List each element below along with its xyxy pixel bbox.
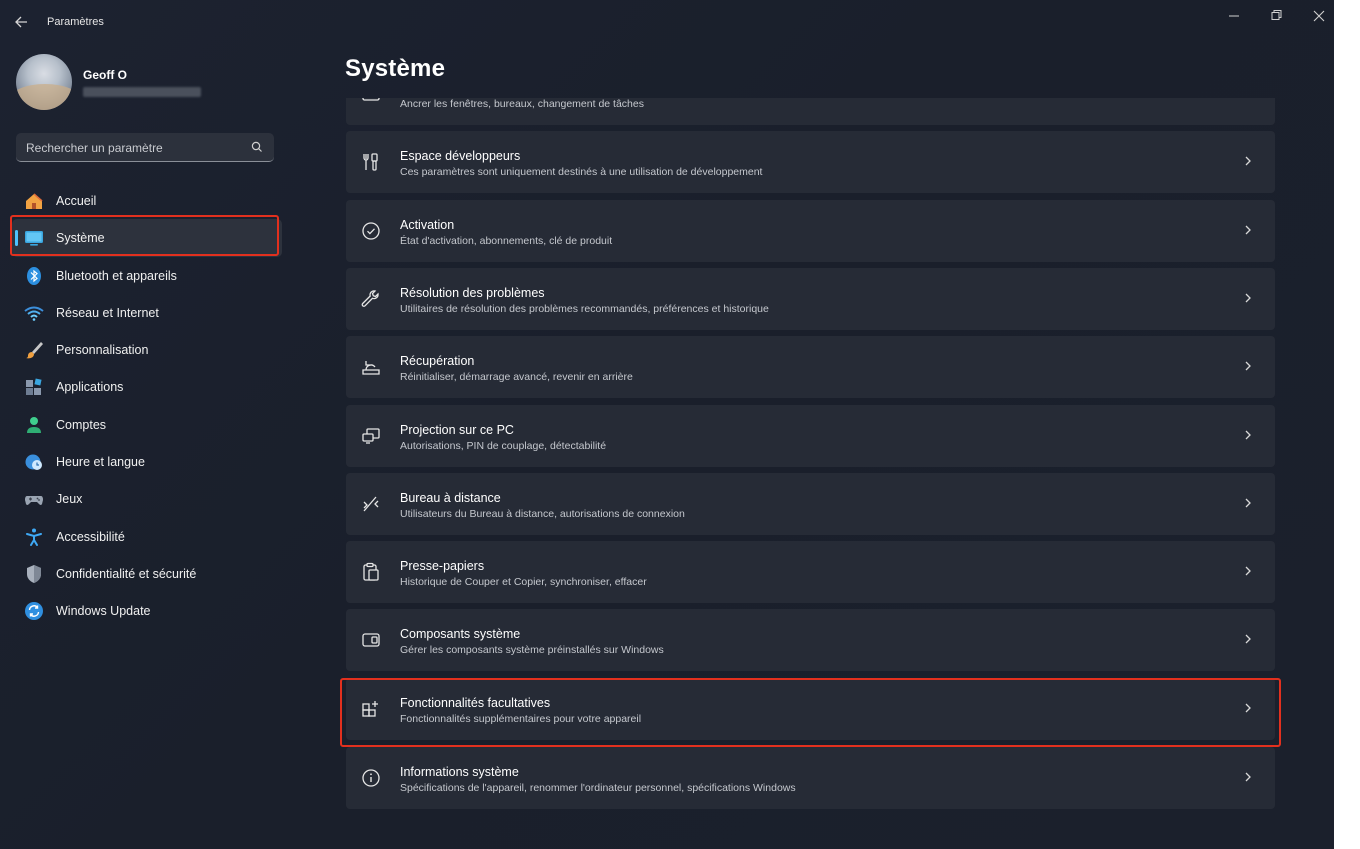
info-icon — [362, 769, 380, 787]
search-placeholder: Rechercher un paramètre — [26, 141, 163, 155]
accessibility-icon — [26, 528, 42, 546]
brush-icon — [26, 342, 43, 359]
developer-tools-icon — [363, 153, 378, 171]
search-icon — [251, 141, 262, 152]
shield-icon — [27, 564, 41, 583]
bluetooth-icon — [27, 266, 41, 285]
sidebar-item-jeux[interactable]: Jeux — [12, 480, 282, 517]
setting-card-informations-systeme[interactable]: Informations système Spécifications de l… — [346, 747, 1275, 809]
search-input[interactable]: Rechercher un paramètre — [16, 133, 274, 162]
close-icon — [1313, 10, 1325, 22]
chevron-right-icon — [1245, 361, 1251, 371]
setting-card-bureau-distance[interactable]: Bureau à distance Utilisateurs du Bureau… — [346, 473, 1275, 535]
remote-desktop-icon — [363, 496, 379, 512]
clock-globe-icon — [25, 454, 42, 471]
clipboard-icon — [363, 562, 379, 581]
gamepad-icon — [25, 496, 43, 506]
chevron-right-icon — [1245, 772, 1251, 782]
setting-card-multitasking[interactable]: Ancrer les fenêtres, bureaux, changement… — [346, 98, 1275, 125]
restore-button[interactable] — [1256, 6, 1296, 26]
minimize-button[interactable] — [1214, 6, 1254, 26]
update-icon — [25, 602, 43, 621]
chevron-right-icon — [1245, 225, 1251, 235]
setting-card-espace-developpeurs[interactable]: Espace développeurs Ces paramètres sont … — [346, 131, 1275, 193]
apps-icon — [26, 378, 42, 396]
setting-card-composants-systeme[interactable]: Composants système Gérer les composants … — [346, 609, 1275, 671]
sidebar-item-confidentialite[interactable]: Confidentialité et sécurité — [12, 555, 282, 592]
settings-window: Paramètres Geoff O Rechercher un paramèt… — [0, 0, 1334, 849]
chevron-right-icon — [1245, 634, 1251, 644]
arrow-left-icon — [15, 16, 27, 28]
title-bar: Paramètres — [0, 0, 1334, 44]
sidebar-item-personnalisation[interactable]: Personnalisation — [12, 331, 282, 368]
sidebar-item-heure-langue[interactable]: Heure et langue — [12, 443, 282, 480]
app-title: Paramètres — [47, 16, 104, 28]
chevron-right-icon — [1245, 566, 1251, 576]
sidebar-item-windows-update[interactable]: Windows Update — [12, 592, 282, 629]
components-icon — [362, 633, 380, 647]
sidebar-item-applications[interactable]: Applications — [12, 368, 282, 405]
setting-card-resolution-problemes[interactable]: Résolution des problèmes Utilitaires de … — [346, 268, 1275, 330]
setting-card-recuperation[interactable]: Récupération Réinitialiser, démarrage av… — [346, 336, 1275, 398]
check-circle-icon — [362, 222, 380, 240]
multitasking-icon — [362, 98, 380, 101]
home-icon — [26, 193, 43, 209]
setting-card-activation[interactable]: Activation État d'activation, abonnement… — [346, 200, 1275, 262]
chevron-right-icon — [1245, 498, 1251, 508]
setting-card-presse-papiers[interactable]: Presse-papiers Historique de Couper et C… — [346, 541, 1275, 603]
page-title: Système — [345, 55, 446, 82]
restore-icon — [1271, 10, 1282, 20]
setting-card-projection[interactable]: Projection sur ce PC Autorisations, PIN … — [346, 405, 1275, 467]
wrench-icon — [361, 290, 379, 307]
highlight-box-fonctionnalites — [340, 678, 1281, 747]
sidebar-item-accessibilite[interactable]: Accessibilité — [12, 518, 282, 555]
chevron-right-icon — [1245, 156, 1251, 166]
sidebar-item-comptes[interactable]: Comptes — [12, 406, 282, 443]
sidebar-item-accueil[interactable]: Accueil — [12, 182, 282, 219]
chevron-right-icon — [1245, 430, 1251, 440]
wifi-icon — [24, 306, 44, 321]
recovery-icon — [362, 361, 380, 375]
chevron-right-icon — [1242, 98, 1254, 101]
sidebar-item-bluetooth[interactable]: Bluetooth et appareils — [12, 257, 282, 294]
user-email-redacted — [83, 87, 201, 97]
minimize-icon — [1229, 15, 1239, 17]
close-button[interactable] — [1299, 6, 1334, 26]
avatar[interactable] — [16, 54, 72, 110]
sidebar-item-reseau[interactable]: Réseau et Internet — [12, 294, 282, 331]
projection-icon — [362, 428, 380, 444]
chevron-right-icon — [1245, 293, 1251, 303]
back-button[interactable] — [10, 11, 34, 33]
account-icon — [27, 416, 41, 433]
highlight-box-systeme — [10, 215, 279, 256]
user-name: Geoff O — [83, 68, 127, 82]
